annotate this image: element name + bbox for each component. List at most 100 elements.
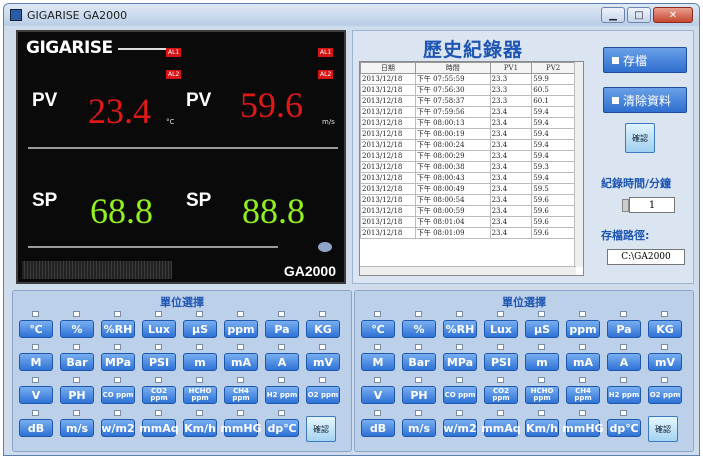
unit-checkbox[interactable] [497, 311, 504, 317]
table-row[interactable]: 2013/12/18 下午 08:00:43 23.4 59.4 [360, 172, 575, 184]
unit-button-right[interactable]: PH [402, 386, 436, 404]
unit-button-left[interactable]: Lux [142, 320, 176, 338]
horizontal-scrollbar[interactable] [360, 266, 576, 275]
unit-checkbox[interactable] [196, 344, 203, 350]
unit-checkbox[interactable] [620, 410, 627, 416]
table-row[interactable]: 2013/12/18 下午 08:00:49 23.4 59.5 [360, 183, 575, 195]
unit-button-left[interactable]: m/s [60, 419, 94, 437]
table-row[interactable]: 2013/12/18 下午 07:58:37 23.3 60.1 [360, 95, 575, 107]
unit-checkbox[interactable] [278, 311, 285, 317]
unit-checkbox[interactable] [319, 344, 326, 350]
unit-button-right[interactable]: Km/h [525, 419, 559, 437]
unit-button-left[interactable]: O2 ppm [306, 386, 340, 404]
table-row[interactable]: 2013/12/18 下午 08:00:59 23.4 59.6 [360, 205, 575, 217]
unit-button-right[interactable]: mV [648, 353, 682, 371]
unit-button-right[interactable]: dp℃ [607, 419, 641, 437]
unit-checkbox[interactable] [456, 377, 463, 383]
table-row[interactable]: 2013/12/18 下午 07:56:30 23.3 60.5 [360, 84, 575, 96]
unit-checkbox[interactable] [237, 311, 244, 317]
unit-checkbox[interactable] [155, 377, 162, 383]
unit-checkbox[interactable] [73, 410, 80, 416]
unit-checkbox[interactable] [319, 377, 326, 383]
unit-checkbox[interactable] [456, 311, 463, 317]
unit-checkbox[interactable] [374, 410, 381, 416]
unit-button-left[interactable]: mmHG [220, 419, 262, 437]
unit-button-right[interactable]: ppm [566, 320, 600, 338]
unit-button-left[interactable]: Bar [60, 353, 94, 371]
unit-button-right[interactable]: mmAq [481, 419, 521, 437]
unit-button-right[interactable]: Bar [402, 353, 436, 371]
unit-button-left[interactable]: HCHO ppm [183, 386, 217, 404]
unit-checkbox[interactable] [661, 344, 668, 350]
unit-checkbox[interactable] [73, 311, 80, 317]
clear-data-button[interactable]: 清除資料 [603, 87, 687, 113]
unit-button-left[interactable]: H2 ppm [265, 386, 299, 404]
unit-checkbox[interactable] [579, 311, 586, 317]
unit-checkbox[interactable] [374, 344, 381, 350]
unit-button-right[interactable]: dB [361, 419, 395, 437]
unit-checkbox[interactable] [538, 410, 545, 416]
unit-checkbox[interactable] [620, 377, 627, 383]
unit-button-left[interactable]: % [60, 320, 94, 338]
unit-checkbox[interactable] [73, 344, 80, 350]
table-row[interactable]: 2013/12/18 下午 07:59:56 23.4 59.4 [360, 106, 575, 118]
unit-button-right[interactable]: H2 ppm [607, 386, 641, 404]
unit-checkbox[interactable] [278, 377, 285, 383]
unit-checkbox[interactable] [114, 344, 121, 350]
unit-button-left[interactable]: m [183, 353, 217, 371]
unit-button-left[interactable]: KG [306, 320, 340, 338]
unit-button-left[interactable]: A [265, 353, 299, 371]
unit-button-left[interactable]: M [19, 353, 53, 371]
unit-button-left[interactable]: V [19, 386, 53, 404]
unit-checkbox[interactable] [32, 410, 39, 416]
unit-checkbox[interactable] [497, 410, 504, 416]
unit-button-right[interactable]: CO2 ppm [484, 386, 518, 404]
unit-button-right[interactable]: A [607, 353, 641, 371]
unit-checkbox[interactable] [32, 344, 39, 350]
unit-checkbox[interactable] [114, 410, 121, 416]
unit-checkbox[interactable] [196, 410, 203, 416]
unit-button-right[interactable]: %RH [443, 320, 477, 338]
unit-checkbox[interactable] [155, 410, 162, 416]
knob-icon[interactable] [318, 242, 332, 252]
unit-button-right[interactable]: PSI [484, 353, 518, 371]
unit-checkbox[interactable] [237, 410, 244, 416]
unit-button-right[interactable]: MPa [443, 353, 477, 371]
unit-checkbox[interactable] [155, 311, 162, 317]
unit-button-left[interactable]: CO ppm [101, 386, 135, 404]
table-row[interactable]: 2013/12/18 下午 08:00:13 23.4 59.4 [360, 117, 575, 129]
unit-checkbox[interactable] [579, 377, 586, 383]
unit-checkbox[interactable] [374, 311, 381, 317]
interval-spinner[interactable]: 1 [622, 197, 675, 213]
unit-button-right[interactable]: M [361, 353, 395, 371]
close-button[interactable]: ✕ [653, 7, 693, 23]
unit-button-right[interactable]: w/m2 [443, 419, 477, 437]
maximize-button[interactable]: □ [627, 7, 651, 23]
unit-button-right[interactable]: O2 ppm [648, 386, 682, 404]
unit-checkbox[interactable] [620, 344, 627, 350]
table-row[interactable]: 2013/12/18 下午 08:00:29 23.4 59.4 [360, 150, 575, 162]
unit-button-right[interactable]: ℃ [361, 320, 395, 338]
unit-button-left[interactable]: CO2 ppm [142, 386, 176, 404]
unit-button-right[interactable]: HCHO ppm [525, 386, 559, 404]
unit-button-left[interactable]: dp℃ [265, 419, 299, 437]
unit-checkbox[interactable] [415, 311, 422, 317]
unit-checkbox[interactable] [661, 311, 668, 317]
unit-button-right[interactable]: KG [648, 320, 682, 338]
unit-button-left[interactable]: ℃ [19, 320, 53, 338]
recorder-confirm-button[interactable]: 確認 [625, 123, 655, 153]
unit-checkbox[interactable] [237, 344, 244, 350]
table-row[interactable]: 2013/12/18 下午 08:01:09 23.4 59.6 [360, 227, 575, 239]
history-table[interactable]: 日期 時間 PV1 PV2 2013/12/18 下午 07:55:59 23.3 5… [359, 61, 584, 276]
unit-checkbox[interactable] [497, 344, 504, 350]
unit-checkbox[interactable] [661, 377, 668, 383]
unit-checkbox[interactable] [196, 311, 203, 317]
unit-button-right[interactable]: CH4 ppm [566, 386, 600, 404]
unit-button-right[interactable]: μS [525, 320, 559, 338]
save-button[interactable]: 存檔 [603, 47, 687, 73]
unit-checkbox[interactable] [579, 410, 586, 416]
save-path-field[interactable]: C:\GA2000 [607, 249, 685, 265]
unit-button-left[interactable]: PH [60, 386, 94, 404]
unit-checkbox[interactable] [32, 377, 39, 383]
unit-button-left[interactable]: CH4 ppm [224, 386, 258, 404]
